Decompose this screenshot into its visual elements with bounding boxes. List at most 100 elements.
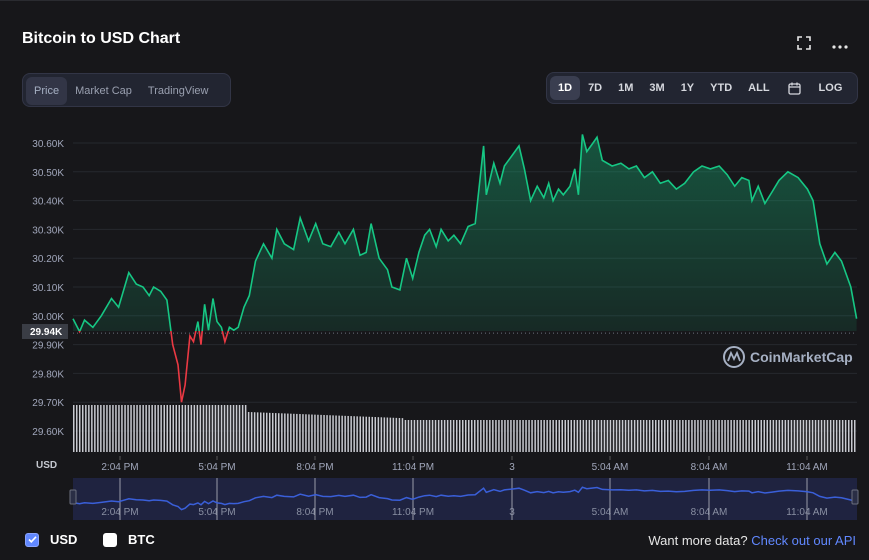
volume-bar bbox=[727, 420, 729, 452]
volume-bar bbox=[459, 420, 461, 452]
y-tick-label: 29.80K bbox=[32, 369, 64, 380]
usd-label: USD bbox=[50, 532, 78, 547]
watermark-text: CoinMarketCap bbox=[750, 349, 853, 365]
usd-checkbox[interactable] bbox=[25, 532, 39, 547]
volume-bar bbox=[642, 420, 645, 452]
volume-bar bbox=[540, 420, 542, 452]
volume-bar bbox=[609, 420, 612, 452]
volume-bar bbox=[751, 420, 753, 452]
volume-bar bbox=[214, 405, 217, 452]
volume-bar bbox=[154, 405, 156, 452]
volume-bar bbox=[742, 420, 744, 452]
volume-bar bbox=[733, 420, 735, 452]
volume-bar bbox=[163, 405, 165, 452]
volume-bar bbox=[190, 405, 193, 452]
volume-bar bbox=[483, 420, 485, 452]
volume-bar bbox=[567, 420, 569, 452]
volume-bar bbox=[100, 405, 102, 452]
current-price-tag: 29.94K bbox=[22, 324, 68, 339]
volume-bar bbox=[208, 405, 211, 452]
volume-bar bbox=[275, 413, 277, 452]
price-area bbox=[73, 134, 857, 331]
navigator[interactable]: 2:04 PM 5:04 PM 8:04 PM 11:04 PM 3 5:04 AM 8:0… bbox=[69, 478, 859, 520]
volume-bar bbox=[543, 420, 545, 452]
volume-bar bbox=[419, 420, 422, 452]
api-promo: Want more data? Check out our API bbox=[648, 533, 856, 548]
volume-bar bbox=[112, 405, 114, 452]
volume-bar bbox=[814, 420, 817, 452]
volume-bar bbox=[679, 420, 681, 452]
volume-bar bbox=[652, 420, 654, 452]
volume-bar bbox=[293, 413, 295, 452]
volume-bar bbox=[841, 420, 844, 452]
volume-bar bbox=[648, 420, 651, 452]
volume-bar bbox=[471, 420, 473, 452]
navigator-tick-label: 2:04 PM bbox=[101, 507, 138, 518]
volume-bar bbox=[287, 413, 289, 452]
volume-bar bbox=[139, 405, 141, 452]
volume-bar bbox=[181, 405, 184, 452]
volume-bar bbox=[639, 420, 642, 452]
volume-bar bbox=[130, 405, 132, 452]
y-tick-label: 29.60K bbox=[32, 427, 64, 438]
volume-bar bbox=[178, 405, 180, 452]
volume-bar bbox=[501, 420, 503, 452]
volume-bar bbox=[655, 420, 657, 452]
volume-bar bbox=[712, 420, 714, 452]
y-axis-labels: 30.60K 30.50K 30.40K 30.30K 30.20K 30.10K 30.0… bbox=[32, 139, 64, 438]
legend-usd[interactable]: USD bbox=[25, 532, 77, 547]
volume-bar bbox=[489, 420, 491, 452]
volume-bar bbox=[456, 420, 458, 452]
btc-checkbox[interactable] bbox=[103, 532, 117, 547]
volume-bar bbox=[202, 405, 205, 452]
volume-bar bbox=[443, 420, 446, 452]
volume-bar bbox=[748, 420, 750, 452]
volume-bar bbox=[630, 420, 633, 452]
volume-bar bbox=[238, 405, 241, 452]
navigator-right-handle[interactable] bbox=[851, 489, 859, 505]
volume-bar bbox=[389, 417, 392, 452]
volume-bar bbox=[311, 414, 313, 452]
volume-bar bbox=[253, 412, 256, 452]
volume-bar bbox=[829, 420, 832, 452]
navigator-tick-label: 3 bbox=[509, 507, 515, 518]
volume-bar bbox=[347, 415, 349, 452]
volume-bar bbox=[362, 416, 364, 452]
volume-bar bbox=[838, 420, 841, 452]
volume-bar bbox=[193, 405, 196, 452]
volume-bar bbox=[805, 420, 808, 452]
volume-bar bbox=[703, 420, 705, 452]
volume-bar bbox=[266, 412, 268, 452]
volume-bar bbox=[299, 414, 301, 452]
volume-bar bbox=[410, 420, 413, 452]
volume-bar bbox=[263, 412, 265, 452]
volume-bar bbox=[317, 414, 319, 452]
price-chart[interactable]: 30.60K 30.50K 30.40K 30.30K 30.20K 30.10K 30.0… bbox=[0, 0, 869, 530]
volume-bar bbox=[826, 420, 829, 452]
y-tick-label: 30.60K bbox=[32, 139, 64, 150]
volume-bar bbox=[374, 417, 376, 452]
volume-bar bbox=[760, 420, 762, 452]
volume-bar bbox=[480, 420, 482, 452]
volume-bar bbox=[715, 420, 717, 452]
volume-bar bbox=[332, 415, 334, 452]
volume-bar bbox=[739, 420, 741, 452]
navigator-tick-label: 5:04 AM bbox=[592, 507, 629, 518]
volume-bar bbox=[504, 420, 506, 452]
volume-bar bbox=[380, 417, 383, 452]
volume-bar bbox=[745, 420, 747, 452]
volume-bar bbox=[377, 417, 380, 452]
navigator-left-handle[interactable] bbox=[69, 489, 77, 505]
legend-btc[interactable]: BTC bbox=[103, 532, 155, 547]
volume-bar bbox=[573, 420, 576, 452]
volume-bar bbox=[775, 420, 778, 452]
api-link[interactable]: Check out our API bbox=[751, 533, 856, 548]
volume-bar bbox=[241, 405, 244, 452]
volume-bar bbox=[670, 420, 672, 452]
volume-bar bbox=[109, 405, 111, 452]
volume-bar bbox=[561, 420, 563, 452]
volume-bar bbox=[492, 420, 494, 452]
volume-bar bbox=[688, 420, 690, 452]
volume-bar bbox=[766, 420, 768, 452]
volume-bar bbox=[510, 420, 512, 452]
